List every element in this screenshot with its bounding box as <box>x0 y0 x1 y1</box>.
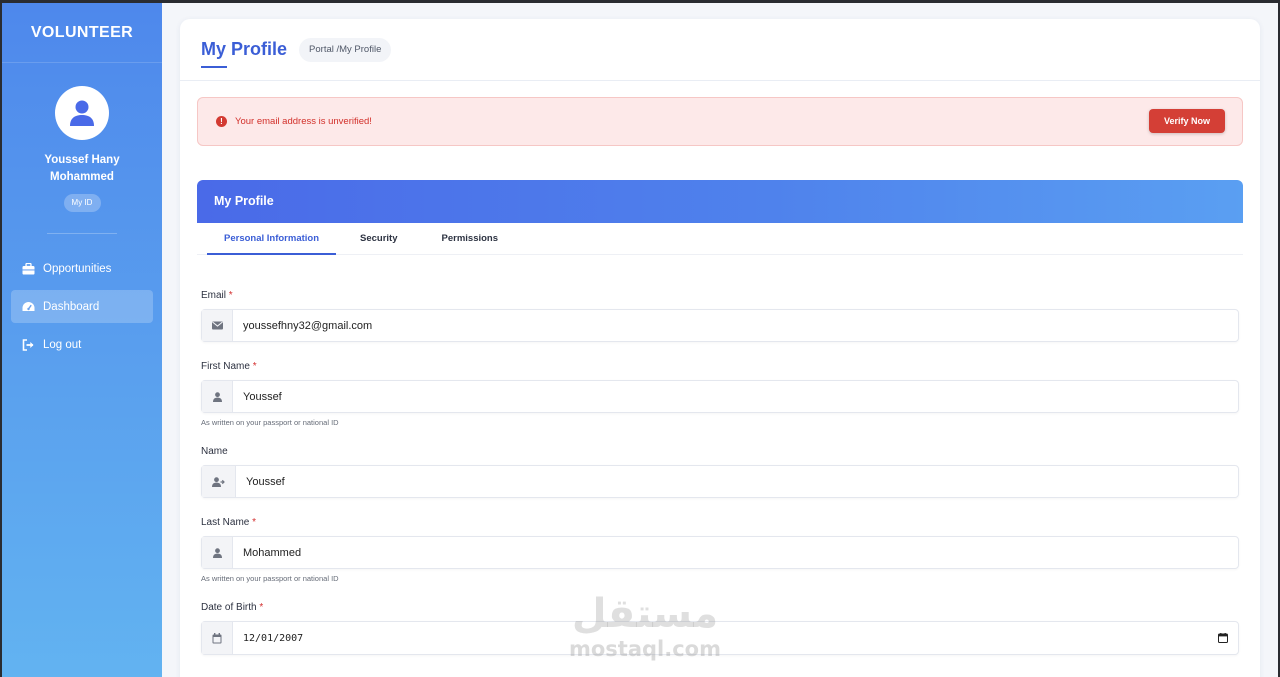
alert-message: Your email address is unverified! <box>235 116 372 127</box>
brand-logo-text[interactable]: VOLUNTEER <box>2 3 162 63</box>
avatar[interactable] <box>55 86 109 140</box>
page-header: My Profile Portal /My Profile <box>180 19 1260 81</box>
user-arrow-icon <box>202 466 236 497</box>
main-panel: My Profile Portal /My Profile ! Your ema… <box>180 19 1260 677</box>
first-name-field[interactable] <box>233 381 1238 412</box>
user-icon <box>202 381 233 412</box>
verify-now-button[interactable]: Verify Now <box>1149 109 1225 133</box>
date-picker-calendar-icon[interactable] <box>1208 622 1238 654</box>
email-field-group <box>201 309 1239 342</box>
last-name-field[interactable] <box>233 537 1238 568</box>
email-label: Email * <box>201 290 233 301</box>
user-icon <box>202 537 233 568</box>
sidebar-divider <box>47 233 117 234</box>
sidebar-item-logout[interactable]: Log out <box>11 328 153 361</box>
sidebar-item-label: Opportunities <box>43 262 112 275</box>
page-title: My Profile <box>201 39 288 59</box>
date-of-birth-field[interactable] <box>233 622 1208 654</box>
briefcase-icon <box>21 262 35 276</box>
tab-security[interactable]: Security <box>336 223 418 254</box>
date-of-birth-field-group <box>201 621 1239 655</box>
sidebar-nav: Opportunities Dashboard Log out <box>2 252 162 361</box>
email-field[interactable] <box>233 310 1238 341</box>
last-name-help-text: As written on your passport or national … <box>201 574 339 583</box>
tab-personal-information[interactable]: Personal Information <box>207 223 337 255</box>
exclamation-circle-icon: ! <box>216 116 227 127</box>
email-unverified-alert: ! Your email address is unverified! Veri… <box>197 97 1243 146</box>
last-name-field-group <box>201 536 1239 569</box>
name-field-group <box>201 465 1239 498</box>
logout-icon <box>21 338 35 352</box>
sidebar-item-label: Log out <box>43 338 82 351</box>
personal-info-form: Email * First Name * <box>197 255 1243 655</box>
profile-card-title: My Profile <box>197 180 1243 223</box>
title-underline <box>201 66 227 68</box>
calendar-icon <box>202 622 233 654</box>
sidebar: VOLUNTEER Youssef Hany Mohammed My ID Op… <box>2 3 162 677</box>
name-field[interactable] <box>236 466 1238 497</box>
sidebar-item-label: Dashboard <box>43 300 100 313</box>
envelope-icon <box>202 310 233 341</box>
my-id-button[interactable]: My ID <box>63 194 101 212</box>
profile-card: My Profile Personal Information Security… <box>197 180 1243 677</box>
tab-permissions[interactable]: Permissions <box>418 223 519 254</box>
first-name-field-group <box>201 380 1239 413</box>
sidebar-item-dashboard[interactable]: Dashboard <box>11 290 153 323</box>
last-name-label: Last Name * <box>201 517 257 528</box>
name-label: Name <box>201 446 228 457</box>
sidebar-item-opportunities[interactable]: Opportunities <box>11 252 153 285</box>
user-name: Youssef Hany Mohammed <box>44 154 120 183</box>
date-of-birth-label: Date of Birth * <box>201 602 264 613</box>
profile-tabs: Personal Information Security Permission… <box>197 223 1243 255</box>
breadcrumb[interactable]: Portal /My Profile <box>299 37 392 62</box>
user-avatar-icon <box>70 100 94 126</box>
dashboard-gauge-icon <box>21 300 35 314</box>
first-name-help-text: As written on your passport or national … <box>201 418 339 427</box>
first-name-label: First Name * <box>201 361 257 372</box>
app-window: VOLUNTEER Youssef Hany Mohammed My ID Op… <box>0 0 1280 677</box>
